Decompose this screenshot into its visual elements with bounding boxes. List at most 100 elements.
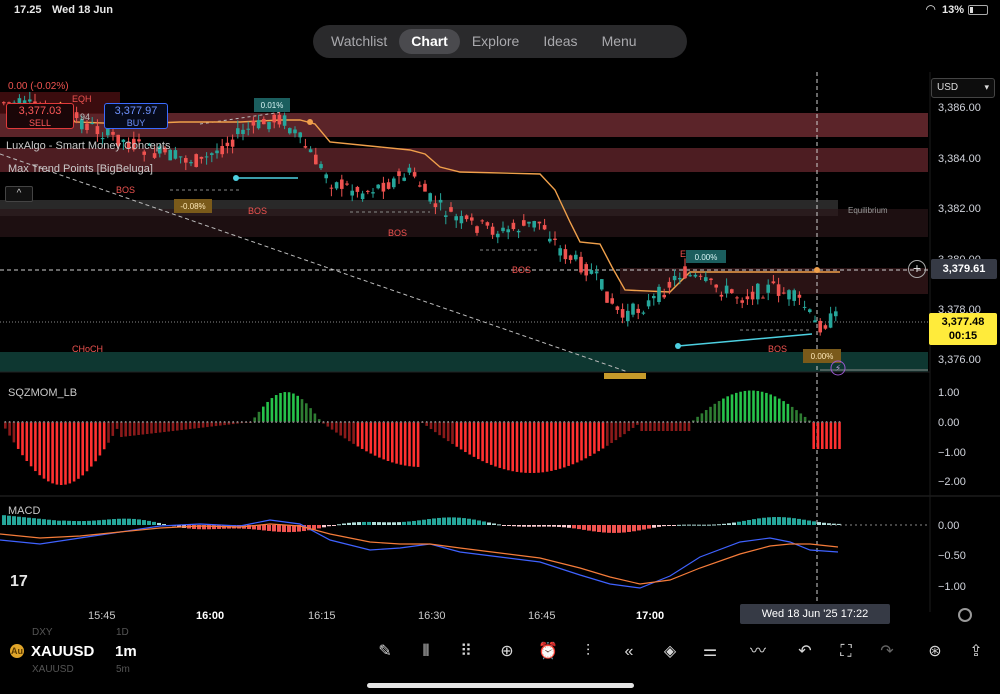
macd-tick: 0.00 [938, 520, 959, 532]
price-chart[interactable]: 0.00 (-0.02%) EQH BOS BOS BOS BOS BOS CH… [0, 72, 1000, 632]
tab-explore[interactable]: Explore [460, 29, 531, 54]
macd-bar [717, 524, 721, 526]
sqz-bar [90, 422, 93, 467]
macd-bar [532, 525, 536, 527]
sell-button[interactable]: 3,377.03 SELL [6, 103, 74, 129]
macd-bar [72, 520, 76, 525]
plus-icon[interactable]: + [908, 260, 926, 278]
sqz-dot [34, 421, 37, 423]
sqz-dot [572, 421, 574, 423]
sqz-dot [438, 421, 441, 423]
pct-text-a: 0.01% [261, 101, 284, 110]
indicator-trend-points[interactable]: Max Trend Points [BigBeluga] [8, 163, 153, 175]
macd-bar [122, 518, 126, 525]
buy-button[interactable]: 3,377.97 BUY [104, 103, 168, 129]
sqz-dot [636, 421, 639, 423]
sqz-bar [292, 393, 295, 422]
sqz-bar [339, 422, 342, 436]
sqz-dot [137, 421, 140, 423]
candle-body [568, 255, 573, 260]
sqz-dot [60, 421, 62, 423]
macd-bar [142, 520, 146, 525]
time-label: 16:45 [528, 610, 556, 622]
candle-body [542, 225, 547, 230]
bar-countdown: 00:15 [948, 330, 978, 342]
sqz-dot [817, 421, 819, 423]
grid-icon[interactable]: ⠿ [454, 640, 478, 664]
collapse-indicators-button[interactable]: ^ [5, 186, 33, 202]
candle-body [480, 220, 484, 222]
candle-body [111, 131, 115, 135]
indicators-icon[interactable]: 〰 [746, 640, 770, 664]
sqz-dot [30, 421, 32, 423]
sqz-dot [593, 421, 596, 423]
tab-ideas[interactable]: Ideas [531, 29, 589, 54]
candle-body [438, 199, 443, 203]
candle-body [444, 215, 448, 217]
sqz-bar [408, 422, 411, 467]
sqzmom-label[interactable]: SQZMOM_LB [8, 387, 77, 399]
sqz-dot [662, 421, 664, 423]
sqz-bar [395, 422, 398, 464]
candle-body [267, 122, 271, 130]
macd-bar [542, 525, 546, 527]
sqz-bar [412, 422, 416, 467]
share-icon[interactable]: ⇪ [964, 640, 988, 664]
macd-bar [17, 516, 21, 525]
currency-select[interactable]: USD ▾ [931, 78, 995, 98]
sqz-bar [120, 422, 123, 437]
layers-icon[interactable]: ◈ [658, 640, 682, 664]
sqz-bar [21, 422, 24, 456]
chart-type-icon[interactable]: ⫴ [414, 640, 438, 664]
pencil-icon[interactable]: ✎ [373, 640, 397, 664]
interval-selector[interactable]: 1m [115, 643, 137, 660]
macd-bar [337, 524, 341, 526]
sqz-bar [614, 422, 618, 441]
gear-icon[interactable] [958, 608, 972, 622]
fullscreen-icon[interactable]: ⛶ [834, 640, 858, 664]
sqz-bar [502, 422, 506, 470]
bolt-glyph: ⚡ [835, 363, 841, 373]
time-label: 15:45 [88, 610, 116, 622]
indicator-smc[interactable]: LuxAlgo - Smart Money Concepts [6, 140, 170, 152]
trail-support-2 [677, 333, 813, 347]
alarm-icon[interactable]: ⏰ [536, 640, 560, 664]
macd-bar [157, 522, 161, 525]
candle-body [600, 279, 604, 290]
sqz-dot [486, 421, 488, 423]
macd-bar [442, 517, 446, 525]
sliders-icon[interactable]: ⚌ [698, 640, 722, 664]
tab-menu[interactable]: Menu [590, 29, 649, 54]
macd-bar [397, 522, 401, 525]
macd-bar [117, 518, 121, 525]
sqz-bar [55, 422, 59, 485]
candles-icon[interactable]: ⫶ [576, 640, 600, 664]
symbol-selector[interactable]: XAUUSD [31, 643, 94, 660]
sqz-dot [180, 421, 183, 423]
candle-body [709, 278, 713, 281]
candle-body [490, 226, 495, 235]
sqz-dot [38, 421, 41, 423]
candle-body [199, 156, 204, 159]
sqz-bar [649, 422, 652, 431]
rewind-icon[interactable]: « [617, 640, 641, 664]
macd-bar [777, 517, 781, 525]
macd-bar [817, 522, 821, 525]
tab-chart[interactable]: Chart [399, 29, 460, 54]
candle-body [698, 275, 703, 277]
macd-bar [607, 525, 611, 533]
add-circle-icon[interactable]: ⊕ [495, 640, 519, 664]
undo-icon[interactable]: ↶ [793, 640, 817, 664]
chart-area[interactable]: 0.00 (-0.02%) EQH BOS BOS BOS BOS BOS CH… [0, 72, 1000, 632]
sqz-dot [546, 421, 548, 423]
sqz-bar [382, 422, 385, 460]
lightbulb-icon[interactable]: ⊛ [923, 640, 947, 664]
macd-bar [632, 525, 636, 532]
redo-icon[interactable]: ↷ [875, 640, 899, 664]
sqz-bar [722, 398, 725, 422]
tab-watchlist[interactable]: Watchlist [319, 29, 399, 54]
macd-bar [722, 523, 726, 525]
signal-line-macd [0, 523, 839, 585]
macd-label[interactable]: MACD [8, 505, 40, 517]
macd-bar [342, 523, 346, 525]
